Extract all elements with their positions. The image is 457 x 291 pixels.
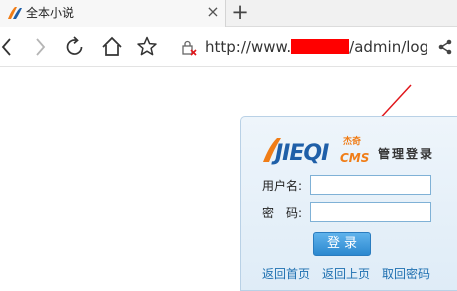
blocked-lock-icon[interactable] bbox=[180, 39, 198, 57]
jieqi-cms-logo: JIEQI 杰奇 CMS bbox=[263, 135, 369, 166]
login-title: 管理登录 bbox=[378, 147, 435, 161]
home-icon[interactable] bbox=[99, 34, 125, 60]
tab-strip: 全本小说 × + bbox=[0, 0, 457, 27]
username-label: 用户名: bbox=[262, 179, 303, 193]
login-button[interactable]: 登录 bbox=[313, 232, 371, 256]
jieqi-favicon-icon bbox=[8, 7, 22, 19]
svg-text:JIEQI: JIEQI bbox=[271, 141, 329, 166]
refresh-icon[interactable] bbox=[62, 34, 88, 60]
url-redaction bbox=[291, 39, 350, 54]
password-label: 密 码: bbox=[262, 206, 303, 220]
tab-close-icon[interactable]: × bbox=[204, 3, 222, 21]
svg-text:CMS: CMS bbox=[340, 151, 369, 165]
svg-text:杰奇: 杰奇 bbox=[343, 135, 361, 147]
tab-title: 全本小说 bbox=[26, 6, 75, 20]
username-input[interactable] bbox=[310, 175, 431, 195]
share-icon[interactable] bbox=[437, 38, 455, 56]
navigation-bar: http://www. /admin/login bbox=[0, 27, 457, 67]
retrieve-password-link[interactable]: 取回密码 bbox=[382, 266, 430, 282]
login-panel: JIEQI 杰奇 CMS 管理登录 用户名: 密 码: 登录 返回首页 返回上页… bbox=[240, 116, 457, 291]
browser-tab[interactable]: 全本小说 × bbox=[0, 0, 226, 27]
new-tab-button[interactable]: + bbox=[228, 1, 252, 25]
url-suffix: /admin/login bbox=[349, 38, 427, 56]
address-bar[interactable]: http://www. /admin/login bbox=[205, 37, 427, 57]
back-arrow-icon[interactable] bbox=[0, 34, 21, 60]
url-prefix: http://www. bbox=[205, 38, 292, 56]
forward-arrow-icon[interactable] bbox=[27, 34, 53, 60]
back-previous-link[interactable]: 返回上页 bbox=[322, 266, 370, 282]
back-home-link[interactable]: 返回首页 bbox=[262, 266, 310, 282]
star-icon[interactable] bbox=[134, 34, 160, 60]
password-input[interactable] bbox=[310, 202, 431, 222]
